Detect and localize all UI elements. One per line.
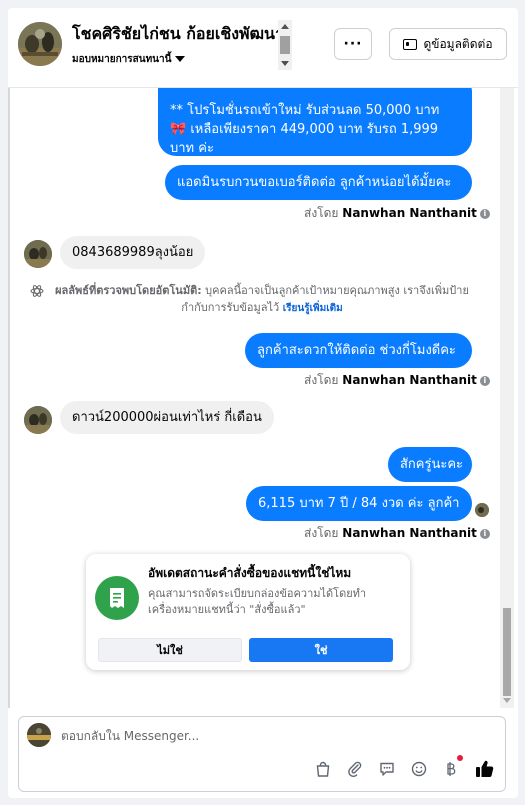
sent-by-prefix: ส่งโดย bbox=[304, 526, 339, 540]
auto-detected-label: ผลลัพธ์ที่ตรวจพบโดยอัตโนมัติ: bbox=[55, 284, 202, 297]
assign-conversation-label: มอบหมายการสนทนานี้ bbox=[72, 54, 172, 65]
order-receipt-icon bbox=[95, 576, 139, 620]
promo-line-1: ** โปรโมชั่นรถเข้าใหม่ รับส่วนลด 50,000 … bbox=[170, 103, 440, 118]
message-text: ลูกค้าสะดวกให้ติดต่อ ช่วงกี่โมงดีคะ bbox=[257, 343, 456, 358]
emoji-icon[interactable] bbox=[409, 759, 429, 779]
thumbs-up-icon[interactable] bbox=[473, 759, 497, 779]
customer-avatar[interactable] bbox=[24, 406, 52, 434]
message-text: ดาวน์200000ผ่อนเท่าไหร่ กี่เดือน bbox=[72, 410, 262, 425]
order-status-yes-button[interactable]: ใช่ bbox=[249, 638, 393, 662]
page-avatar-small bbox=[27, 723, 51, 747]
sent-by-label: ส่งโดย Nanwhan Nanthanit i bbox=[304, 371, 490, 390]
page-avatar[interactable] bbox=[18, 22, 62, 66]
view-contact-info-label: ดูข้อมูลติดต่อ bbox=[423, 36, 493, 51]
scroll-down-arrow-icon[interactable] bbox=[281, 61, 289, 66]
more-options-button[interactable]: ··· bbox=[334, 28, 372, 60]
saved-reply-icon[interactable] bbox=[377, 759, 397, 779]
sent-by-label: ส่งโดย Nanwhan Nanthanit i bbox=[304, 204, 490, 223]
outgoing-message[interactable]: แอดมินรบกวนขอเบอร์ติดต่อ ลูกค้าหน่อยได้ม… bbox=[165, 165, 472, 200]
assign-conversation-dropdown[interactable]: มอบหมายการสนทนานี้ bbox=[72, 52, 186, 67]
info-icon[interactable]: i bbox=[479, 208, 490, 219]
incoming-message[interactable]: 0843689989ลุงน้อย bbox=[60, 236, 206, 269]
scroll-down-arrow-icon[interactable] bbox=[503, 698, 511, 703]
seen-by-avatar bbox=[475, 503, 489, 517]
more-dots-icon: ··· bbox=[343, 36, 363, 52]
message-text: 6,115 บาท 7 ปี / 84 งวด ค่ะ ลูกค้า bbox=[258, 496, 460, 511]
order-status-no-button[interactable]: ไม่ใช่ bbox=[98, 638, 242, 662]
incoming-message[interactable]: ดาวน์200000ผ่อนเท่าไหร่ กี่เดือน bbox=[60, 401, 274, 434]
message-thread[interactable]: ** โปรโมชั่นรถเข้าใหม่ รับส่วนลด 50,000 … bbox=[8, 88, 518, 708]
header-name-scrollbar[interactable] bbox=[278, 20, 292, 70]
promo-line-2: 🎀 เหลือเพียงราคา 449,000 บาท รับรถ 1,999 bbox=[170, 122, 439, 137]
sent-by-prefix: ส่งโดย bbox=[304, 373, 339, 387]
reply-composer bbox=[8, 708, 518, 798]
info-icon[interactable]: i bbox=[479, 375, 490, 386]
auto-detected-result-note: ผลลัพธ์ที่ตรวจพบโดยอัตโนมัติ: บุคคลนี้อา… bbox=[28, 282, 478, 317]
scroll-thumb[interactable] bbox=[280, 36, 290, 54]
conversation-header: โชคศิริชัยไก่ชน ก้อยเชิงพัฒนา มอบหมายการ… bbox=[8, 8, 518, 88]
contact-card-icon bbox=[403, 38, 418, 50]
caret-down-icon bbox=[175, 56, 186, 62]
payment-notification-dot bbox=[457, 755, 463, 761]
outgoing-message[interactable]: สักครู่นะคะ bbox=[388, 447, 472, 482]
outgoing-message[interactable]: ลูกค้าสะดวกให้ติดต่อ ช่วงกี่โมงดีคะ bbox=[245, 333, 472, 368]
message-text: แอดมินรบกวนขอเบอร์ติดต่อ ลูกค้าหน่อยได้ม… bbox=[177, 175, 452, 190]
paperclip-icon[interactable] bbox=[345, 759, 365, 779]
outgoing-promo-message[interactable]: ** โปรโมชั่นรถเข้าใหม่ รับส่วนลด 50,000 … bbox=[158, 88, 472, 156]
sent-by-prefix: ส่งโดย bbox=[304, 206, 339, 220]
thread-scrollbar[interactable] bbox=[500, 88, 514, 708]
atom-icon bbox=[30, 285, 44, 297]
page-name-area: โชคศิริชัยไก่ชน ก้อยเชิงพัฒนา มอบหมายการ… bbox=[72, 22, 292, 70]
inbox-conversation-window: โชคศิริชัยไก่ชน ก้อยเชิงพัฒนา มอบหมายการ… bbox=[8, 8, 518, 798]
left-divider bbox=[8, 88, 10, 708]
order-status-prompt-card: อัพเดตสถานะคำสั่งซื้อของแชทนี้ใช่ไหม คุณ… bbox=[86, 554, 410, 670]
reply-input[interactable] bbox=[61, 727, 481, 745]
order-status-description: คุณสามารถจัดระเบียบกล่องข้อความได้โดยทำเ… bbox=[148, 587, 367, 616]
message-text: สักครู่นะคะ bbox=[400, 457, 464, 472]
scroll-up-arrow-icon[interactable] bbox=[281, 24, 289, 29]
thread-scroll-thumb[interactable] bbox=[503, 608, 511, 696]
customer-avatar[interactable] bbox=[24, 240, 52, 268]
learn-more-link[interactable]: เรียนรู้เพิ่มเติม bbox=[283, 303, 343, 314]
sent-by-label: ส่งโดย Nanwhan Nanthanit i bbox=[304, 524, 490, 543]
promo-line-3: บาท ค่ะ bbox=[170, 141, 214, 156]
shopping-bag-icon[interactable] bbox=[313, 759, 333, 779]
order-status-title: อัพเดตสถานะคำสั่งซื้อของแชทนี้ใช่ไหม bbox=[148, 566, 352, 580]
sent-by-name: Nanwhan Nanthanit bbox=[342, 206, 477, 220]
view-contact-info-button[interactable]: ดูข้อมูลติดต่อ bbox=[389, 28, 507, 60]
sent-by-name: Nanwhan Nanthanit bbox=[342, 373, 477, 387]
message-text: 0843689989ลุงน้อย bbox=[72, 245, 194, 260]
info-icon[interactable]: i bbox=[479, 528, 490, 539]
sent-by-name: Nanwhan Nanthanit bbox=[342, 526, 477, 540]
page-name: โชคศิริชัยไก่ชน ก้อยเชิงพัฒนา bbox=[72, 24, 284, 43]
outgoing-message[interactable]: 6,115 บาท 7 ปี / 84 งวด ค่ะ ลูกค้า bbox=[246, 486, 472, 521]
composer-box[interactable] bbox=[18, 716, 506, 792]
baht-payment-icon[interactable] bbox=[441, 759, 461, 779]
